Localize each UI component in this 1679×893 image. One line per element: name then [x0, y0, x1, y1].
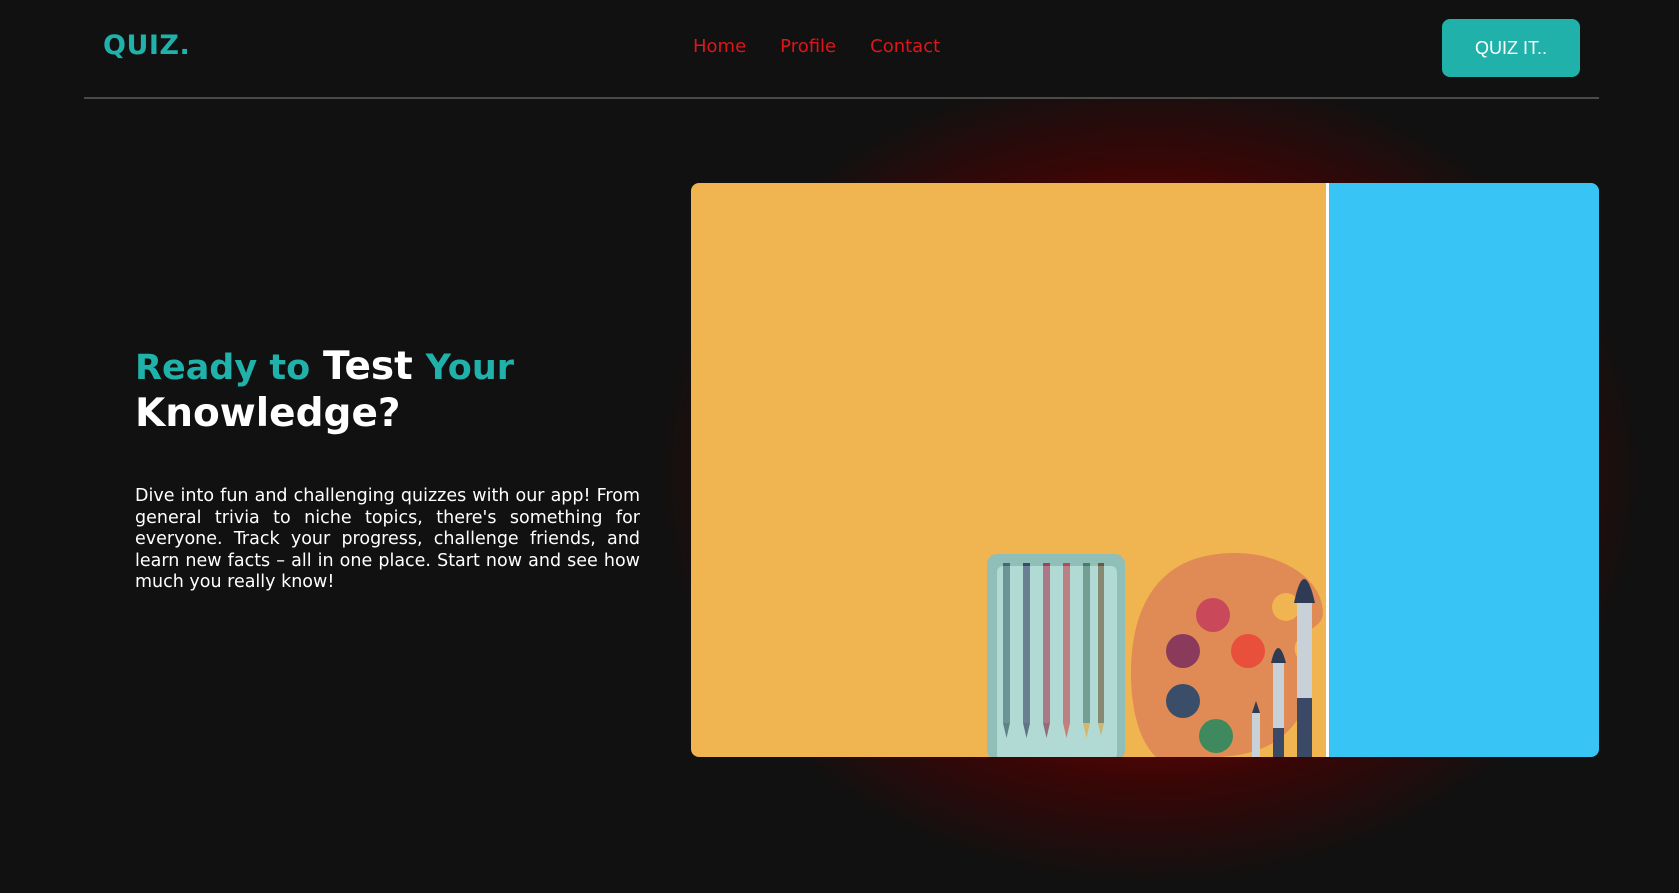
- page: QUIZ. Home Profile Contact QUIZ IT.. Rea…: [0, 0, 1679, 893]
- nav-link-profile[interactable]: Profile: [780, 36, 836, 57]
- quiz-it-button[interactable]: QUIZ IT..: [1442, 19, 1580, 77]
- hero-title-your: Your: [425, 348, 515, 388]
- illustration-right-background: [1328, 183, 1599, 757]
- illustration-divider: [1326, 183, 1329, 757]
- nav-link-contact[interactable]: Contact: [870, 36, 940, 57]
- hero-title-test: Test: [323, 344, 413, 389]
- art-supplies-illustration: [691, 183, 1599, 757]
- nav-link-home[interactable]: Home: [693, 36, 746, 57]
- hero-illustration: [691, 183, 1599, 757]
- hero-title: Ready to Test Your Knowledge?: [135, 344, 655, 437]
- top-navbar: QUIZ. Home Profile Contact QUIZ IT..: [84, 0, 1599, 99]
- hero-title-ready-to: Ready to: [135, 348, 311, 388]
- hero-description: Dive into fun and challenging quizzes wi…: [135, 486, 640, 592]
- hero-title-knowledge: Knowledge?: [135, 391, 401, 436]
- logo[interactable]: QUIZ.: [103, 30, 190, 61]
- main-nav: Home Profile Contact: [693, 36, 940, 57]
- pencil-case-icon: [987, 554, 1125, 757]
